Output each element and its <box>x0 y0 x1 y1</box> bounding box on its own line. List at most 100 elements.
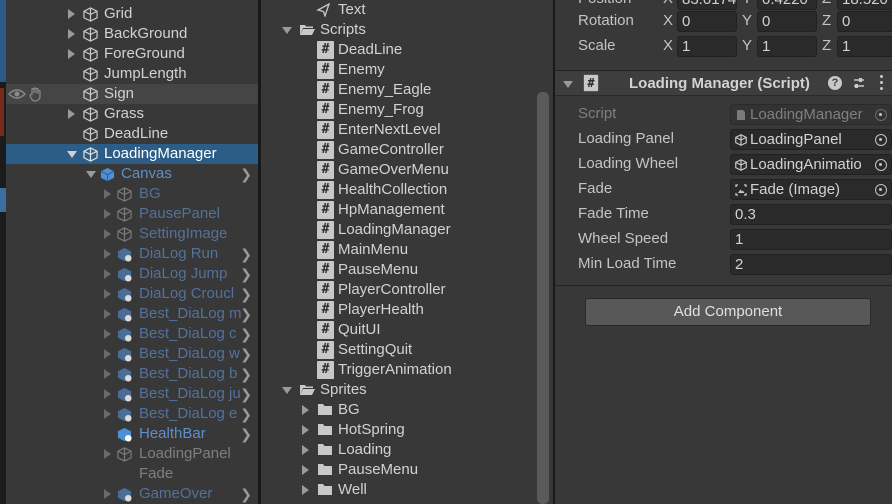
hierarchy-item-jumplength[interactable]: JumpLength <box>6 64 258 84</box>
hierarchy-item-dialog-run[interactable]: DiaLog Run ❯ <box>6 244 258 264</box>
axis-z-label[interactable]: Z <box>822 10 831 32</box>
script-file-icon <box>737 110 745 120</box>
hierarchy-item-bg[interactable]: BG <box>6 184 258 204</box>
hierarchy-item-label: GameOver <box>139 485 213 502</box>
position-z-field[interactable]: 18.520 <box>837 0 892 10</box>
axis-y-label[interactable]: Y <box>742 35 752 57</box>
field-label: Script <box>578 105 617 122</box>
chevron-right-icon[interactable]: ❯ <box>240 406 252 422</box>
axis-x-label[interactable]: X <box>663 35 673 57</box>
hierarchy-item-deadline[interactable]: DeadLine <box>6 124 258 144</box>
folder-icon <box>318 424 332 435</box>
hierarchy-item-canvas[interactable]: Canvas ❯ <box>6 164 258 184</box>
hierarchy-item-gameover[interactable]: GameOver ❯ <box>6 484 258 504</box>
hierarchy-item-best-dialog-1[interactable]: Best_DiaLog m ❯ <box>6 304 258 324</box>
chevron-right-icon[interactable]: ❯ <box>240 386 252 402</box>
prefab-icon <box>117 327 132 342</box>
axis-y-label[interactable]: Y <box>742 10 752 32</box>
object-picker-icon <box>875 109 887 121</box>
chevron-right-icon[interactable]: ❯ <box>240 486 252 502</box>
hierarchy-item-best-dialog-4[interactable]: Best_DiaLog b ❯ <box>6 364 258 384</box>
chevron-right-icon[interactable]: ❯ <box>240 266 252 282</box>
rotation-y-field[interactable]: 0 <box>757 11 817 32</box>
hierarchy-item-label: DiaLog Run <box>139 245 219 262</box>
axis-x-label[interactable]: X <box>663 10 673 32</box>
wheel-speed-row: Wheel Speed 1 <box>555 228 892 250</box>
fade-object-field[interactable]: Fade (Image) <box>730 179 892 200</box>
script-hash-icon: # <box>317 101 334 119</box>
chevron-right-icon[interactable]: ❯ <box>240 426 252 442</box>
object-picker-icon[interactable] <box>875 134 887 146</box>
hierarchy-panel: Grid BackGround ForeGround JumpLength Si… <box>0 0 258 504</box>
hierarchy-item-dialog-crouch[interactable]: DiaLog Croucl ❯ <box>6 284 258 304</box>
min-load-time-field[interactable]: 2 <box>730 254 892 275</box>
object-picker-icon[interactable] <box>875 159 887 171</box>
project-scrollbar[interactable] <box>537 92 549 504</box>
hierarchy-item-healthbar[interactable]: HealthBar ❯ <box>6 424 258 444</box>
chevron-right-icon[interactable]: ❯ <box>240 366 252 382</box>
visibility-eye-icon[interactable] <box>8 88 26 100</box>
field-label: Wheel Speed <box>578 230 669 247</box>
hierarchy-item-dialog-jump[interactable]: DiaLog Jump ❯ <box>6 264 258 284</box>
add-component-button[interactable]: Add Component <box>585 298 871 326</box>
position-x-field[interactable]: 83.0174 <box>677 0 737 10</box>
scale-x-field[interactable]: 1 <box>677 36 737 57</box>
chevron-right-icon[interactable]: ❯ <box>240 246 252 262</box>
hierarchy-item-pausepanel[interactable]: PausePanel <box>6 204 258 224</box>
gameobject-icon <box>117 227 132 242</box>
prefab-icon <box>117 407 132 422</box>
project-item-label: LoadingManager <box>338 221 451 238</box>
rotation-x-field[interactable]: 0 <box>677 11 737 32</box>
hierarchy-item-loadingpanel[interactable]: LoadingPanel <box>6 444 258 464</box>
chevron-right-icon[interactable]: ❯ <box>240 286 252 302</box>
script-hash-icon: # <box>317 81 334 99</box>
axis-z-label[interactable]: Z <box>822 0 831 10</box>
project-item-label: Loading <box>338 441 392 458</box>
project-item-label: HpManagement <box>338 201 445 218</box>
axis-z-label[interactable]: Z <box>822 35 831 57</box>
project-item-label: Enemy_Eagle <box>338 81 432 98</box>
folder-open-icon <box>300 385 315 395</box>
hierarchy-item-grass[interactable]: Grass <box>6 104 258 124</box>
hierarchy-item-label: JumpLength <box>104 65 187 82</box>
pickable-hand-icon[interactable] <box>29 87 43 102</box>
hierarchy-item-label: PausePanel <box>139 205 220 222</box>
help-icon[interactable]: ? <box>828 76 842 90</box>
hierarchy-item-best-dialog-6[interactable]: Best_DiaLog e ❯ <box>6 404 258 424</box>
hierarchy-item-best-dialog-3[interactable]: Best_DiaLog w ❯ <box>6 344 258 364</box>
fade-time-field[interactable]: 0.3 <box>730 204 892 225</box>
object-picker-icon[interactable] <box>875 184 887 196</box>
chevron-right-icon[interactable]: ❯ <box>240 346 252 362</box>
hierarchy-item-sign[interactable]: Sign <box>6 84 258 104</box>
component-header[interactable]: # Loading Manager (Script) ? <box>555 70 892 96</box>
scale-z-field[interactable]: 1 <box>837 36 892 57</box>
loading-panel-row: Loading Panel LoadingPanel <box>555 128 892 150</box>
hierarchy-item-best-dialog-2[interactable]: Best_DiaLog c ❯ <box>6 324 258 344</box>
hierarchy-item-best-dialog-5[interactable]: Best_DiaLog ju ❯ <box>6 384 258 404</box>
project-item-label: Enemy_Frog <box>338 101 424 118</box>
script-hash-icon: # <box>317 361 334 379</box>
scale-y-field[interactable]: 1 <box>757 36 817 57</box>
chevron-right-icon[interactable]: ❯ <box>240 166 252 182</box>
hierarchy-item-foreground[interactable]: ForeGround <box>6 44 258 64</box>
chevron-right-icon[interactable]: ❯ <box>240 326 252 342</box>
hierarchy-item-loadingmanager[interactable]: LoadingManager <box>6 144 258 164</box>
hierarchy-item-settingimage[interactable]: SettingImage <box>6 224 258 244</box>
rotation-z-field[interactable]: 0 <box>837 11 892 32</box>
divider <box>555 285 892 286</box>
script-hash-icon: # <box>317 141 334 159</box>
kebab-menu-icon[interactable] <box>880 75 884 91</box>
hierarchy-item-grid[interactable]: Grid <box>6 4 258 24</box>
loading-wheel-object-field[interactable]: LoadingAnimatio <box>730 154 892 175</box>
inspector-panel: Position X 83.0174 Y 0.4220 Z 18.520 Rot… <box>555 0 892 504</box>
position-y-field[interactable]: 0.4220 <box>757 0 817 10</box>
axis-x-label[interactable]: X <box>663 0 673 10</box>
presets-sliders-icon[interactable] <box>852 76 866 90</box>
axis-y-label[interactable]: Y <box>742 0 752 10</box>
fade-row: Fade Fade (Image) <box>555 178 892 200</box>
hierarchy-item-background[interactable]: BackGround <box>6 24 258 44</box>
loading-panel-object-field[interactable]: LoadingPanel <box>730 129 892 150</box>
wheel-speed-field[interactable]: 1 <box>730 229 892 250</box>
chevron-right-icon[interactable]: ❯ <box>240 306 252 322</box>
hierarchy-item-fade[interactable]: Fade <box>6 464 258 484</box>
